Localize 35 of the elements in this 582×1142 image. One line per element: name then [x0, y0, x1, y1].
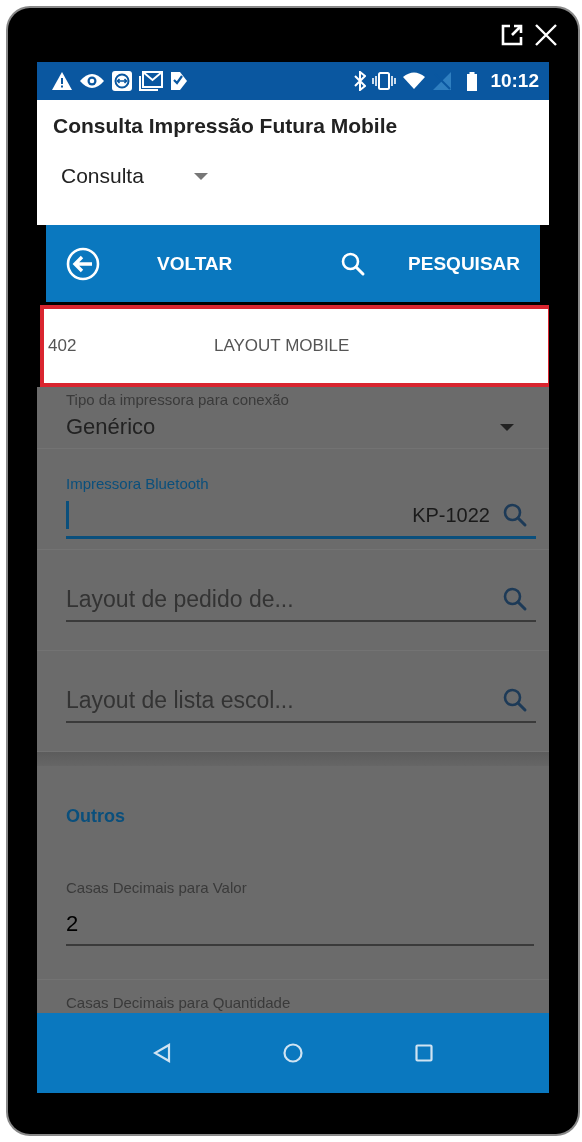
nav-home-icon[interactable]: [283, 1043, 303, 1063]
search-button[interactable]: PESQUISAR: [340, 250, 520, 277]
lookup-field[interactable]: Layout de lista escol...: [66, 679, 536, 723]
dropdown-caret-icon: [193, 172, 208, 180]
screen-title: Consulta Impressão Futura Mobile: [53, 114, 399, 138]
no-signal-icon: [432, 71, 453, 91]
eye-icon: [79, 72, 105, 90]
mail-icon: [139, 71, 163, 91]
back-button[interactable]: VOLTAR: [66, 246, 233, 281]
section-title: Outros: [66, 806, 126, 827]
battery-icon: [466, 71, 479, 91]
dropdown-caret-icon: [500, 423, 514, 431]
status-time: 10:12: [490, 70, 539, 92]
bluetooth-icon: [354, 71, 367, 91]
number-field[interactable]: 2: [66, 904, 534, 946]
external-open-icon[interactable]: [500, 23, 524, 47]
result-name[interactable]: LAYOUT MOBILE: [214, 336, 350, 356]
close-icon[interactable]: [534, 23, 558, 47]
lookup-field[interactable]: Layout de pedido de...: [66, 578, 536, 622]
search-icon[interactable]: [502, 586, 528, 612]
search-icon[interactable]: [502, 502, 528, 528]
warning-icon: [51, 71, 73, 91]
vibrate-icon: [372, 71, 397, 91]
check-flag-icon: [169, 71, 189, 91]
remote-icon: [111, 70, 133, 92]
result-code[interactable]: 402: [48, 336, 214, 356]
field-label: Impressora Bluetooth: [66, 475, 210, 492]
nav-back-icon[interactable]: [153, 1043, 171, 1063]
wifi-icon: [402, 72, 427, 90]
search-icon[interactable]: [502, 687, 528, 713]
printer-type-dropdown[interactable]: Genérico: [66, 414, 536, 440]
mode-dropdown[interactable]: Consulta: [61, 164, 208, 188]
search-icon[interactable]: [340, 250, 367, 277]
lookup-field[interactable]: KP-1022: [66, 494, 536, 539]
nav-recents-icon[interactable]: [415, 1044, 433, 1062]
